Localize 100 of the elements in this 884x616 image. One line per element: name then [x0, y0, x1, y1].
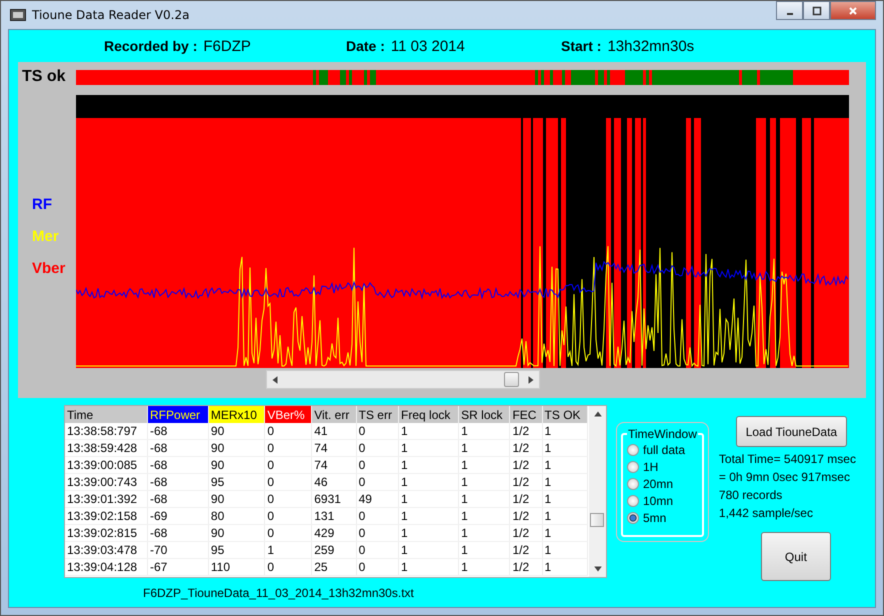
table-cell: 80	[208, 508, 265, 524]
table-cell: 1/2	[510, 508, 542, 524]
column-header[interactable]: MERx10	[208, 406, 265, 423]
close-icon	[848, 6, 858, 16]
table-cell: 1	[458, 474, 510, 490]
table-cell: 0	[356, 524, 399, 542]
table-cell: 1	[398, 423, 459, 440]
scroll-left-icon[interactable]	[270, 374, 280, 384]
table-cell: 0	[264, 508, 312, 524]
table-cell: 0	[356, 423, 399, 440]
maximize-button[interactable]	[803, 1, 830, 20]
table-cell: 1	[458, 542, 510, 558]
table-cell: 13:39:00:743	[65, 474, 148, 490]
app-icon	[10, 9, 26, 21]
header-value: F6DZP	[203, 38, 251, 54]
table-cell: -70	[148, 542, 208, 558]
table-cell: 1	[542, 423, 588, 440]
table-cell: 6931	[312, 490, 356, 508]
table-cell: 1/2	[510, 440, 542, 456]
table-cell: 13:38:58:797	[65, 423, 148, 440]
vertical-scrollbar[interactable]	[589, 406, 606, 577]
scroll-thumb[interactable]	[504, 372, 519, 387]
table-cell: 1	[398, 558, 459, 576]
file-name: F6DZP_TiouneData_11_03_2014_13h32mn30s.txt	[143, 586, 415, 600]
table-cell: 0	[264, 456, 312, 474]
table-cell: 95	[208, 474, 265, 490]
table-cell: 25	[312, 558, 356, 576]
table-cell: 49	[356, 490, 399, 508]
table-cell: 1	[398, 474, 459, 490]
radio-option[interactable]: 10mn	[627, 492, 698, 509]
table-cell: 1	[542, 542, 588, 558]
scroll-thumb[interactable]	[590, 513, 604, 527]
quit-button[interactable]: Quit	[760, 532, 831, 581]
close-button[interactable]	[830, 1, 876, 20]
table-cell: -68	[148, 524, 208, 542]
ts-label: TS ok	[22, 68, 67, 86]
stat-text: Total Time= 540917 msec	[718, 452, 856, 468]
table-cell: 1	[458, 558, 510, 576]
table-cell: 13:39:00:085	[65, 456, 148, 474]
table-cell: 90	[208, 456, 265, 474]
table-cell: 0	[356, 456, 399, 474]
table-cell: 74	[312, 456, 356, 474]
table-cell: -69	[148, 508, 208, 524]
table-cell: -68	[148, 423, 208, 440]
column-header[interactable]: TS OK	[542, 406, 588, 423]
legend-label: Vber	[32, 260, 66, 277]
radio-option[interactable]: full data	[627, 441, 698, 458]
table-cell: 13:39:01:392	[65, 490, 148, 508]
table-cell: 1/2	[510, 423, 542, 440]
column-header[interactable]: Freq lock	[398, 406, 459, 423]
table-cell: -67	[148, 558, 208, 576]
table-cell: 1	[458, 490, 510, 508]
table-cell: 0	[264, 558, 312, 576]
scroll-down-icon[interactable]	[592, 564, 602, 574]
load-button[interactable]: Load TiouneData	[736, 416, 847, 447]
header-value: 11 03 2014	[390, 38, 465, 54]
table-cell: 1	[542, 474, 588, 490]
table-cell: -68	[148, 490, 208, 508]
table-cell: 1	[458, 423, 510, 440]
scroll-up-icon[interactable]	[592, 409, 602, 419]
table-cell: 131	[312, 508, 356, 524]
minimize-button[interactable]	[776, 1, 803, 20]
table-cell: 13:39:03:478	[65, 542, 148, 558]
window-title: Tioune Data Reader V0.2a	[32, 8, 190, 22]
legend-label: RF	[32, 196, 53, 213]
header-value: 13h32mn30s	[607, 38, 694, 54]
radio-option[interactable]: 5mn	[627, 509, 698, 526]
table-cell: 1/2	[510, 456, 542, 474]
table-cell: 0	[264, 423, 312, 440]
scroll-right-icon[interactable]	[526, 374, 536, 384]
table-cell: 1	[398, 440, 459, 456]
table-cell: 13:39:04:128	[65, 558, 148, 576]
maximize-icon	[812, 6, 822, 16]
table-cell: 1	[398, 456, 459, 474]
table-cell: 90	[208, 423, 265, 440]
table-cell: 46	[312, 474, 356, 490]
table-cell: 1	[542, 524, 588, 542]
table-cell: 1/2	[510, 542, 542, 558]
column-header[interactable]: Time	[65, 406, 148, 423]
table-cell: 0	[356, 558, 399, 576]
table-cell: 1	[542, 508, 588, 524]
minimize-icon	[786, 12, 792, 14]
column-header[interactable]: FEC	[510, 406, 542, 423]
table-cell: 1	[458, 440, 510, 456]
column-header[interactable]: RFPower	[148, 406, 208, 423]
table-cell: 0	[356, 440, 399, 456]
horizontal-scrollbar[interactable]	[266, 370, 540, 389]
table-cell: 90	[208, 440, 265, 456]
table-cell: 90	[208, 490, 265, 508]
radio-option[interactable]: 1H	[627, 458, 698, 475]
table-cell: 1	[542, 490, 588, 508]
column-header[interactable]: TS err	[356, 406, 399, 423]
stat-text: 1,442 sample/sec	[718, 506, 814, 522]
table-cell: 95	[208, 542, 265, 558]
column-header[interactable]: SR lock	[458, 406, 510, 423]
column-header[interactable]: Vit. err	[312, 406, 356, 423]
table-cell: 1	[458, 524, 510, 542]
column-header[interactable]: VBer%	[264, 406, 312, 423]
radio-option[interactable]: 20mn	[627, 475, 698, 492]
table-cell: 1	[398, 524, 459, 542]
